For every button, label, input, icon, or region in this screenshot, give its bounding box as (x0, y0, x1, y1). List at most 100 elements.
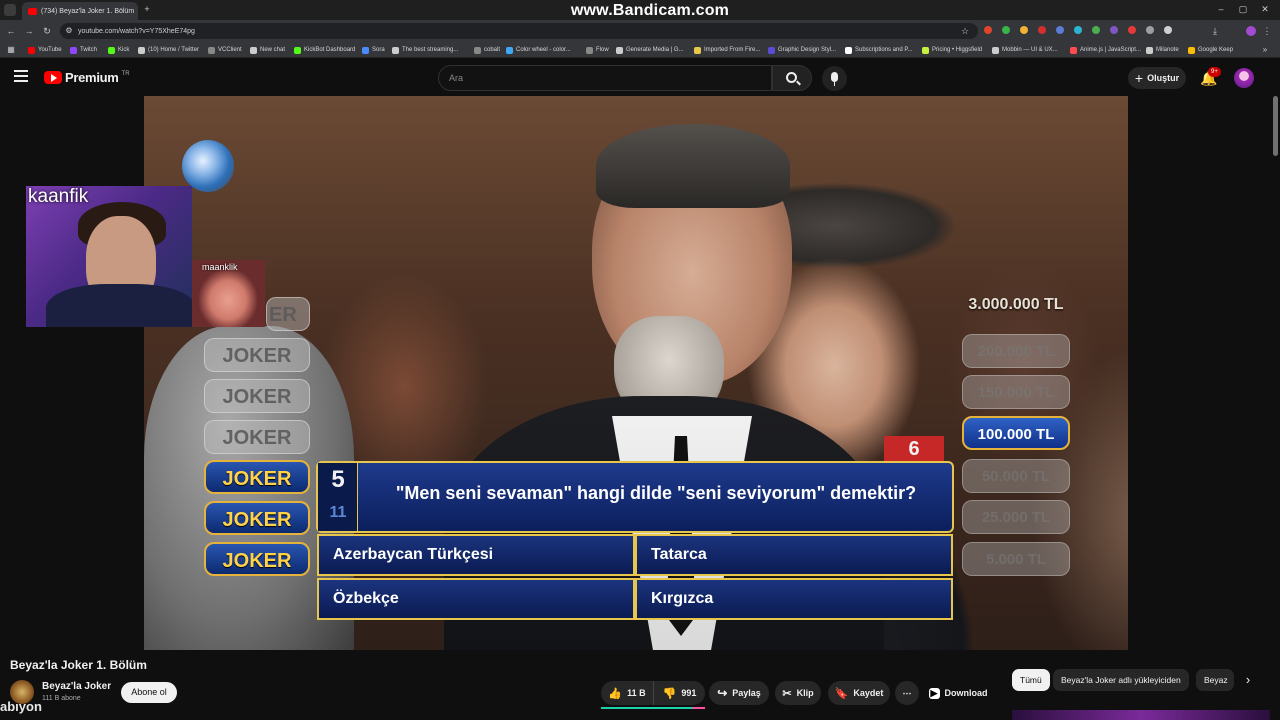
bookmark-favicon-icon (208, 46, 215, 54)
bookmark-favicon-icon (586, 46, 593, 54)
bookmark-label: (10) Home / Twitter (148, 47, 199, 53)
thumbs-up-icon: 👍 (608, 687, 623, 700)
webcam-body (46, 284, 192, 327)
prize-top: 3.000.000 TL (968, 296, 1064, 313)
bookmark-item[interactable]: Milanote (1146, 44, 1179, 56)
bookmark-item[interactable]: YouTube (28, 44, 62, 56)
menu-kebab-icon[interactable]: ⋮ (1260, 24, 1274, 38)
browser-tab-active[interactable]: (734) Beyaz'la Joker 1. Bölüm 🔊 ✕ (22, 2, 138, 20)
download-icon[interactable]: ⤓ (1208, 24, 1222, 38)
joker-used-2: JOKER (204, 338, 310, 372)
bookmark-favicon-icon (294, 46, 301, 54)
clip-button[interactable]: ✂ Klip (775, 681, 821, 705)
minimize-button[interactable]: – (1214, 2, 1228, 16)
stray-text: abıyon (0, 699, 42, 714)
bookmark-label: Google Keep (1198, 47, 1234, 53)
answer-b: Tatarca (635, 534, 953, 576)
subscriber-count: 111 B abone (42, 695, 81, 702)
answer-d: Kırgızca (635, 578, 953, 620)
bookmark-item[interactable]: Color wheel - color... (506, 44, 571, 56)
more-actions-button[interactable]: ⋯ (895, 681, 919, 705)
clip-label: Klip (796, 688, 814, 698)
bookmark-item[interactable]: Kick (108, 44, 129, 56)
prize-step: 25.000 TL (962, 500, 1070, 534)
new-tab-button[interactable]: + (140, 2, 154, 16)
answer-c: Özbekçe (317, 578, 635, 620)
save-button[interactable]: 🔖 Kaydet (828, 681, 890, 705)
back-button[interactable]: ← (4, 24, 18, 38)
hamburger-menu-icon[interactable] (14, 70, 28, 82)
chip-from-uploader[interactable]: Beyaz'la Joker adlı yükleyiciden (1053, 669, 1189, 691)
create-button[interactable]: + Oluştur (1128, 67, 1186, 89)
extension-icons[interactable] (984, 26, 1204, 37)
joker-used-1: ER (266, 297, 310, 331)
bookmark-item[interactable]: The best streaming... (392, 44, 458, 56)
download-label: Download (944, 688, 988, 698)
reload-button[interactable]: ↻ (40, 24, 54, 38)
share-icon: ↪ (717, 686, 728, 700)
page-scrollbar[interactable] (1273, 96, 1278, 156)
bookmark-item[interactable]: Imported From Fire... (694, 44, 760, 56)
search-button[interactable] (772, 65, 812, 91)
bookmark-star-icon[interactable]: ☆ (958, 24, 972, 38)
bookmark-item[interactable]: Flow (586, 44, 609, 56)
bookmark-item[interactable]: Mobbin — UI & UX... (992, 44, 1058, 56)
bookmark-item[interactable]: Subscriptions and P... (845, 44, 913, 56)
bookmark-item[interactable]: (10) Home / Twitter (138, 44, 199, 56)
bookmark-item[interactable]: Sora (362, 44, 385, 56)
more-bookmarks-icon[interactable]: » (1258, 43, 1272, 57)
prize-step: 5.000 TL (962, 542, 1070, 576)
subscribe-button[interactable]: Abone ol (121, 682, 177, 703)
like-button[interactable]: 👍 11 B (601, 681, 653, 705)
bookmark-label: Kick (118, 47, 130, 53)
question-text: "Men seni sevaman" hangi dilde "seni sev… (395, 483, 917, 503)
address-bar[interactable]: youtube.com/watch?v=Y75XheE74pg (60, 23, 978, 39)
forward-button[interactable]: → (22, 24, 36, 38)
chip-all[interactable]: Tümü (1012, 669, 1050, 691)
bookmark-label: The best streaming... (402, 47, 459, 53)
video-title: Beyaz'la Joker 1. Bölüm (10, 658, 147, 672)
profile-avatar-browser[interactable] (1246, 26, 1256, 36)
bookmark-item[interactable]: Generate Media | G... (616, 44, 684, 56)
bookmark-item[interactable]: Anime.js | JavaScript... (1070, 44, 1141, 56)
download-button[interactable]: ▶ Download (924, 681, 992, 705)
dislike-button[interactable]: 👎 991 (653, 681, 705, 705)
bookmark-item[interactable]: cobalt (474, 44, 500, 56)
bookmark-item[interactable]: Graphic Design Styl... (768, 44, 836, 56)
youtube-play-icon (44, 71, 62, 84)
search-input[interactable]: Ara (438, 65, 772, 91)
bookmark-item[interactable]: Pricing • Higgsfield (922, 44, 982, 56)
host-hair (596, 124, 790, 208)
bookmark-favicon-icon (768, 46, 775, 54)
close-window-button[interactable]: ✕ (1258, 2, 1272, 16)
bookmark-item[interactable]: VCClient (208, 44, 242, 56)
youtube-logo[interactable]: Premium TR (44, 70, 130, 85)
bookmark-label: Subscriptions and P... (855, 47, 913, 53)
bookmark-item[interactable]: Twitch (70, 44, 97, 56)
site-info-icon[interactable]: ⚙ (62, 24, 76, 38)
bookmark-label: KickBot Dashboard (304, 47, 356, 53)
bookmark-item[interactable]: New chat (250, 44, 285, 56)
bookmark-item[interactable]: KickBot Dashboard (294, 44, 355, 56)
like-progress (601, 707, 705, 709)
bookmark-favicon-icon (694, 46, 701, 54)
bookmark-label: cobalt (484, 47, 501, 53)
dislike-count: 991 (681, 688, 697, 698)
apps-grid-icon[interactable]: ▦ (4, 43, 18, 57)
prize-step: 150.000 TL (962, 375, 1070, 409)
youtube-favicon-icon (28, 7, 37, 15)
bookmark-favicon-icon (138, 46, 145, 54)
voice-search-button[interactable] (822, 66, 847, 91)
tab-search-button[interactable] (4, 4, 16, 16)
maximize-button[interactable]: ▢ (1236, 2, 1250, 16)
bookmark-icon: 🔖 (834, 687, 849, 700)
channel-name[interactable]: Beyaz'la Joker (42, 681, 111, 692)
chevron-right-icon[interactable]: › (1238, 670, 1258, 690)
chip-partial[interactable]: Beyaz (1196, 669, 1234, 691)
bookmark-item[interactable]: Google Keep (1188, 44, 1233, 56)
create-label: Oluştur (1147, 73, 1180, 83)
bookmark-label: Sora (372, 47, 385, 53)
thumbnail-preview[interactable] (1012, 710, 1270, 720)
share-button[interactable]: ↪ Paylaş (709, 681, 769, 705)
user-avatar[interactable] (1234, 68, 1254, 88)
